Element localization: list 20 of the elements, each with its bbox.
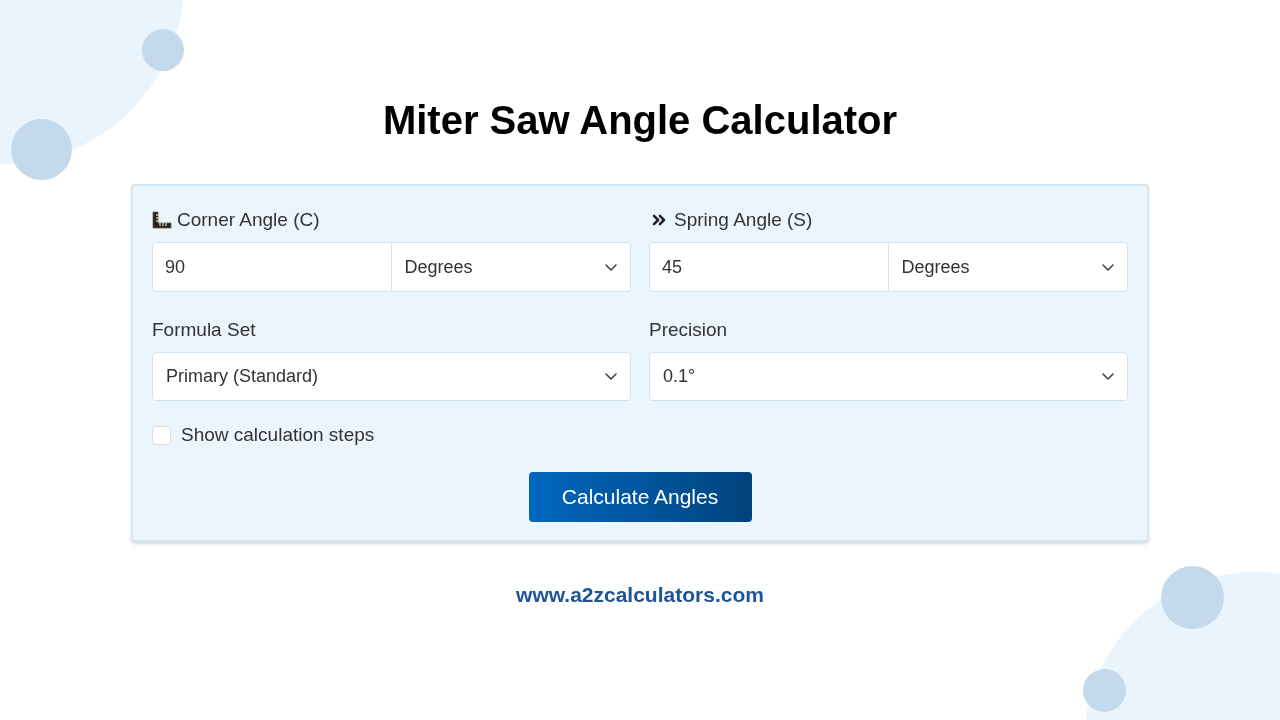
page-title: Miter Saw Angle Calculator (382, 97, 898, 144)
chevron-down-icon (1102, 373, 1114, 380)
unit-select[interactable]: Degrees (888, 242, 1128, 292)
calculate-button[interactable]: Calculate Angles (528, 471, 752, 522)
chevron-down-icon (605, 263, 617, 271)
field-label: Corner Angle (C) (177, 207, 320, 232)
chevron-down-icon (605, 373, 617, 380)
dropdown-select[interactable]: Primary (Standard) (152, 352, 631, 401)
dropdown-select[interactable]: 0.1° (649, 352, 1128, 401)
checkbox[interactable] (152, 425, 171, 445)
checkbox-label: Show calculation steps (181, 423, 375, 447)
field-label: Precision (649, 318, 728, 342)
field-label: Formula Set (152, 318, 256, 342)
unit-select[interactable]: Degrees (391, 242, 631, 292)
website-link[interactable]: www.a2zcalculators.com (516, 578, 764, 610)
angle-input[interactable]: 45 (649, 242, 889, 292)
field-label: Spring Angle (S) (674, 207, 813, 232)
angle-input[interactable]: 90 (152, 242, 392, 292)
ruler-icon (152, 211, 172, 229)
chevron-down-icon (1102, 263, 1114, 271)
